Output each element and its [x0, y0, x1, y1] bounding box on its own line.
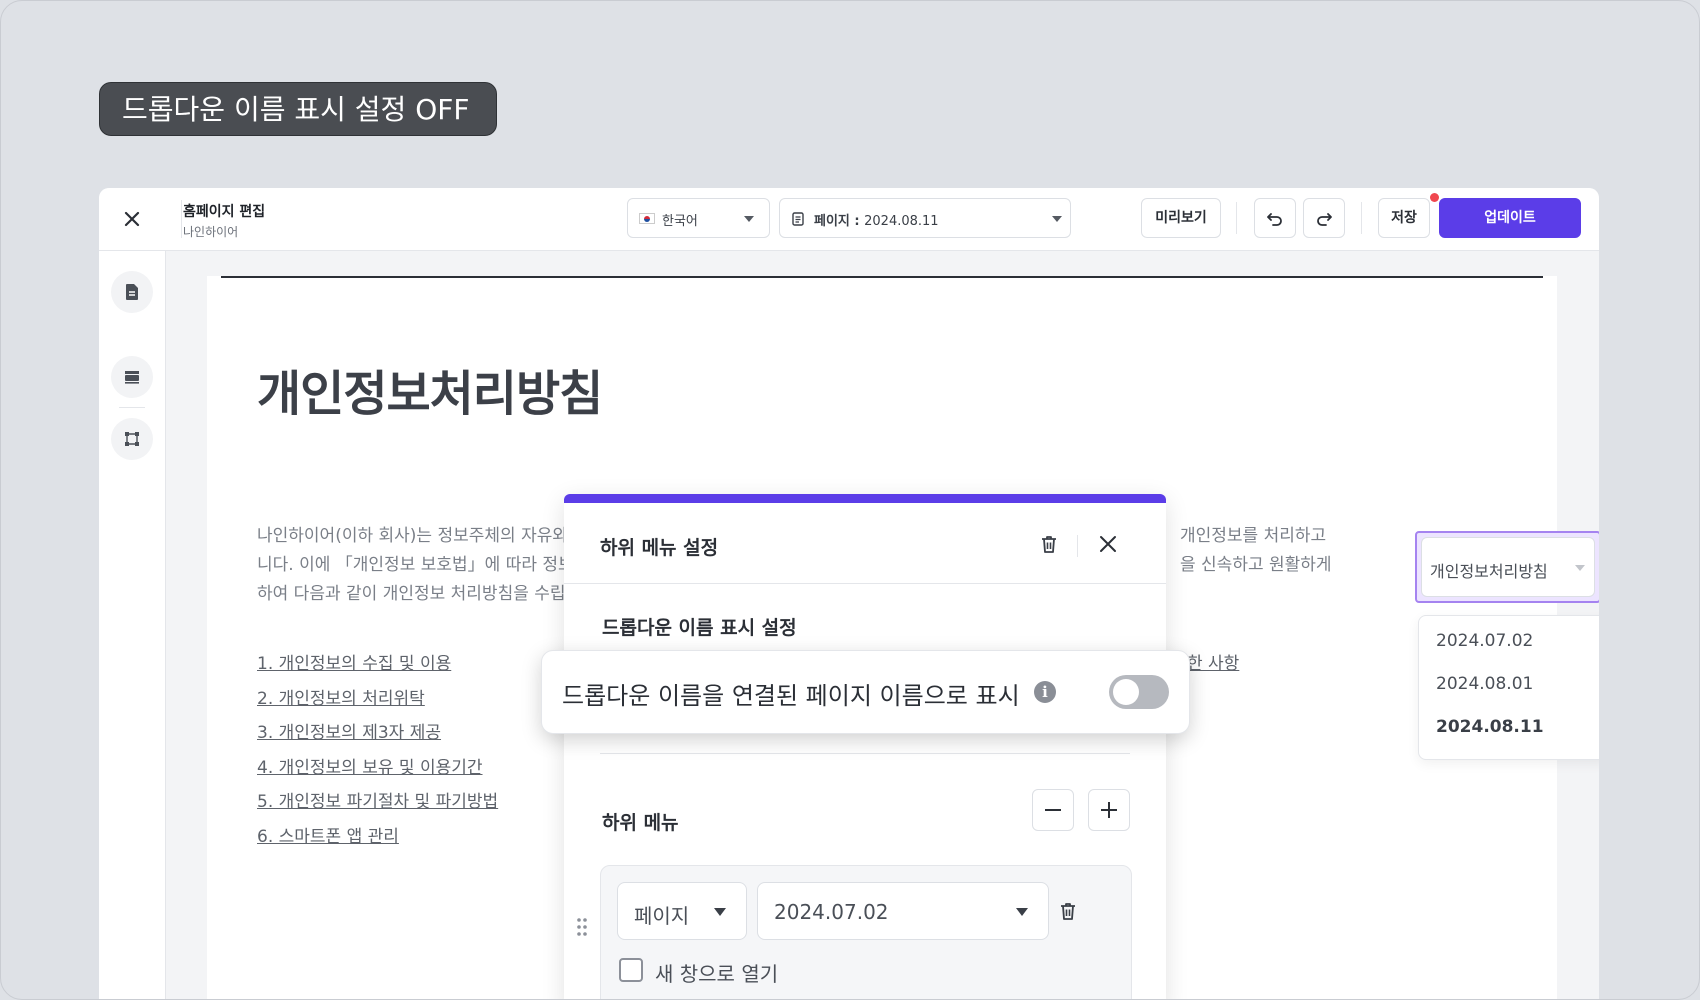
site-name: 나인하이어 [183, 225, 239, 239]
target-page-value: 2024.07.02 [774, 900, 889, 924]
page-prefix: 페이지 : [814, 214, 865, 229]
link-type-value: 페이지 [634, 904, 690, 928]
chevron-down-icon [744, 216, 754, 222]
dropdown-option-selected[interactable]: 2024.08.11 [1436, 717, 1544, 737]
close-icon[interactable] [1097, 533, 1119, 559]
target-page-select[interactable]: 2024.07.02 [757, 882, 1049, 940]
open-new-window-checkbox[interactable] [619, 958, 643, 982]
submenu-title: 하위 메뉴 [602, 812, 679, 834]
toc-link[interactable]: 3. 개인정보의 제3자 제공 [257, 718, 498, 753]
chevron-down-icon [1575, 565, 1585, 571]
minus-icon [1045, 809, 1061, 811]
page-dropdown[interactable]: 개인정보처리방침 [1421, 537, 1595, 597]
frame-tool-button[interactable] [111, 418, 153, 460]
add-submenu-button[interactable] [1088, 789, 1130, 831]
page-title: 개인정보처리방침 [257, 366, 603, 422]
preview-button[interactable]: 미리보기 [1141, 198, 1221, 238]
korea-flag-icon [639, 213, 655, 224]
redo-button[interactable] [1303, 198, 1345, 238]
page-tool-button[interactable] [111, 271, 153, 313]
toc-links: 1. 개인정보의 수집 및 이용 2. 개인정보의 처리위탁 3. 개인정보의 … [257, 649, 498, 856]
submenu-row: 페이지 2024.07.02 새 창으로 열기 [600, 865, 1132, 999]
top-bar: 홈페이지 편집 나인하이어 한국어 페이지 : 2024.08.11 미리보기 [99, 188, 1599, 251]
redo-icon [1317, 213, 1332, 226]
divider [181, 200, 182, 238]
drag-handle-icon[interactable] [576, 917, 588, 941]
unsaved-indicator-dot [1430, 193, 1439, 202]
divider [1236, 202, 1237, 234]
modal-title: 하위 메뉴 설정 [600, 537, 719, 559]
submenu-settings-modal: 하위 메뉴 설정 드롭다운 이름 표시 설정 하위 메뉴 페이지 2024.07… [564, 494, 1166, 999]
divider [564, 583, 1166, 584]
save-button[interactable]: 저장 [1378, 198, 1430, 238]
page-value: 2024.08.11 [864, 214, 939, 229]
divider [1361, 202, 1362, 234]
divider [600, 753, 1130, 754]
trash-icon[interactable] [1057, 900, 1079, 926]
chevron-down-icon [714, 908, 726, 916]
update-button[interactable]: 업데이트 [1439, 198, 1581, 238]
document-icon [126, 284, 138, 300]
toc-link[interactable]: 한 사항 [1187, 649, 1239, 674]
toc-link[interactable]: 2. 개인정보의 처리위탁 [257, 684, 498, 719]
close-icon[interactable] [119, 206, 145, 232]
undo-icon [1267, 213, 1282, 226]
toc-link[interactable]: 1. 개인정보의 수집 및 이용 [257, 649, 498, 684]
language-select[interactable]: 한국어 [627, 198, 770, 238]
chevron-down-icon [1016, 908, 1028, 916]
left-toolbar [99, 251, 166, 999]
link-type-select[interactable]: 페이지 [617, 882, 747, 940]
toc-link[interactable]: 4. 개인정보의 보유 및 이용기간 [257, 753, 498, 788]
divider [221, 276, 1543, 278]
divider [119, 407, 145, 408]
info-icon[interactable]: i [1034, 681, 1056, 703]
screenshot-frame: 드롭다운 이름 표시 설정 OFF 홈페이지 편집 나인하이어 한국어 페이지 … [0, 0, 1700, 1000]
trash-icon[interactable] [1038, 533, 1060, 559]
frame-icon [125, 432, 139, 446]
header-tool-button[interactable] [111, 356, 153, 398]
toc-link[interactable]: 5. 개인정보 파기절차 및 파기방법 [257, 787, 498, 822]
section-title: 드롭다운 이름 표시 설정 [602, 617, 797, 639]
dropdown-option[interactable]: 2024.07.02 [1436, 631, 1533, 651]
document-icon [792, 211, 804, 230]
undo-button[interactable] [1254, 198, 1296, 238]
dropdown-option[interactable]: 2024.08.01 [1436, 674, 1533, 694]
paragraph-line: 개인정보를 처리하고 [1180, 526, 1327, 546]
chevron-down-icon [1052, 216, 1062, 222]
page-select[interactable]: 페이지 : 2024.08.11 [779, 198, 1071, 238]
divider [1077, 535, 1078, 557]
editor-window: 홈페이지 편집 나인하이어 한국어 페이지 : 2024.08.11 미리보기 [99, 188, 1599, 999]
toggle-knob [1113, 679, 1139, 705]
setting-label: 드롭다운 이름을 연결된 페이지 이름으로 표시 [562, 682, 1020, 710]
page-dropdown-label: 개인정보처리방침 [1430, 562, 1548, 581]
section-icon [125, 371, 139, 384]
caption-label: 드롭다운 이름 표시 설정 OFF [99, 82, 497, 136]
page-dropdown-highlight: 개인정보처리방침 [1415, 531, 1599, 603]
intro-paragraph-right: 개인정보를 처리하고 을 신속하고 원활하게 [1180, 522, 1332, 580]
editor-title: 홈페이지 편집 [183, 204, 266, 220]
open-new-window-label: 새 창으로 열기 [655, 962, 779, 986]
language-value: 한국어 [662, 214, 698, 229]
toc-link[interactable]: 6. 스마트폰 앱 관리 [257, 822, 498, 857]
page-dropdown-menu: 2024.07.02 2024.08.01 2024.08.11 [1418, 615, 1599, 760]
paragraph-line: 을 신속하고 원활하게 [1180, 555, 1332, 575]
dropdown-name-toggle[interactable] [1109, 675, 1169, 709]
remove-submenu-button[interactable] [1032, 789, 1074, 831]
plus-icon [1101, 802, 1117, 818]
dropdown-name-setting-popover: 드롭다운 이름을 연결된 페이지 이름으로 표시 i [541, 650, 1190, 734]
